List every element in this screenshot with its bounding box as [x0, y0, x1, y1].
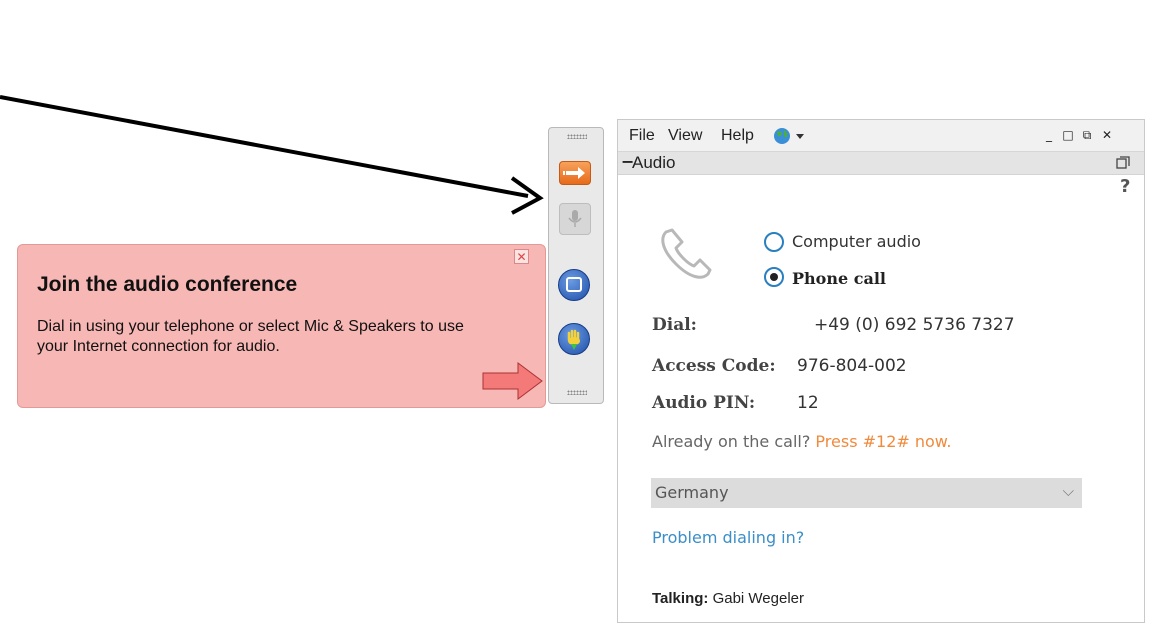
maximize-button[interactable]: □ [1061, 128, 1075, 142]
popout-button[interactable]: ⧉ [1080, 128, 1094, 142]
problem-dialing-link[interactable]: Problem dialing in? [652, 528, 804, 547]
menu-bar: File View Help _ □ ⧉ ✕ [618, 120, 1144, 152]
audio-section-title: Audio [632, 153, 676, 172]
share-screen-button[interactable] [558, 269, 590, 301]
already-on-call-text: Already on the call? Press #12# now. [652, 432, 952, 451]
country-select[interactable]: Germany ⌵ [651, 478, 1082, 508]
tooltip-close-button[interactable]: ✕ [514, 249, 529, 264]
minimize-button[interactable]: _ [1042, 128, 1056, 142]
raise-hand-button[interactable] [558, 323, 590, 355]
dial-label: Dial: [652, 315, 697, 335]
microphone-icon [568, 210, 582, 227]
menu-help[interactable]: Help [721, 127, 754, 145]
phone-call-radio[interactable] [764, 267, 784, 287]
radio-dot [770, 273, 778, 281]
menu-file[interactable]: File [629, 127, 655, 145]
audio-pin-value: 12 [797, 393, 819, 413]
talking-label: Talking: [652, 590, 709, 607]
chevron-down-icon: ⌵ [1062, 482, 1074, 500]
help-icon[interactable]: ? [1120, 176, 1130, 197]
computer-audio-radio[interactable] [764, 232, 784, 252]
tooltip-title: Join the audio conference [37, 273, 298, 296]
close-button[interactable]: ✕ [1100, 128, 1114, 142]
phone-call-label[interactable]: Phone call [792, 269, 886, 288]
dial-number: +49 (0) 692 5736 7327 [814, 315, 1015, 335]
hand-icon [567, 329, 580, 350]
phone-icon [661, 228, 712, 279]
audio-section-header[interactable]: − Audio [618, 152, 1144, 175]
globe-icon[interactable] [772, 126, 808, 146]
microphone-button[interactable] [559, 203, 591, 235]
access-code-value: 976-804-002 [797, 356, 907, 376]
menu-view[interactable]: View [668, 127, 702, 145]
country-select-value: Germany [655, 483, 729, 502]
press-code-text: Press #12# now. [815, 432, 952, 451]
screen-icon [566, 277, 582, 292]
computer-audio-label[interactable]: Computer audio [792, 232, 921, 251]
talking-status: Talking: Gabi Wegeler [652, 590, 804, 607]
audio-panel-window: File View Help _ □ ⧉ ✕ − Audio ? Compute… [617, 119, 1145, 623]
audio-pin-label: Audio PIN: [652, 393, 756, 413]
already-prefix: Already on the call? [652, 432, 811, 451]
access-code-label: Access Code: [652, 356, 776, 376]
toolbar-bottom-grip[interactable] [567, 390, 587, 395]
red-arrow-icon [482, 362, 543, 400]
meeting-toolbar [548, 127, 604, 404]
tooltip-body: Dial in using your telephone or select M… [37, 318, 464, 355]
arrow-right-icon [563, 167, 585, 179]
expand-panel-button[interactable] [559, 161, 591, 185]
talking-name: Gabi Wegeler [712, 590, 804, 607]
toolbar-top-grip[interactable] [567, 134, 587, 139]
join-audio-tooltip: ✕ Join the audio conference Dial in usin… [17, 244, 546, 408]
restore-icon[interactable] [1116, 156, 1130, 170]
